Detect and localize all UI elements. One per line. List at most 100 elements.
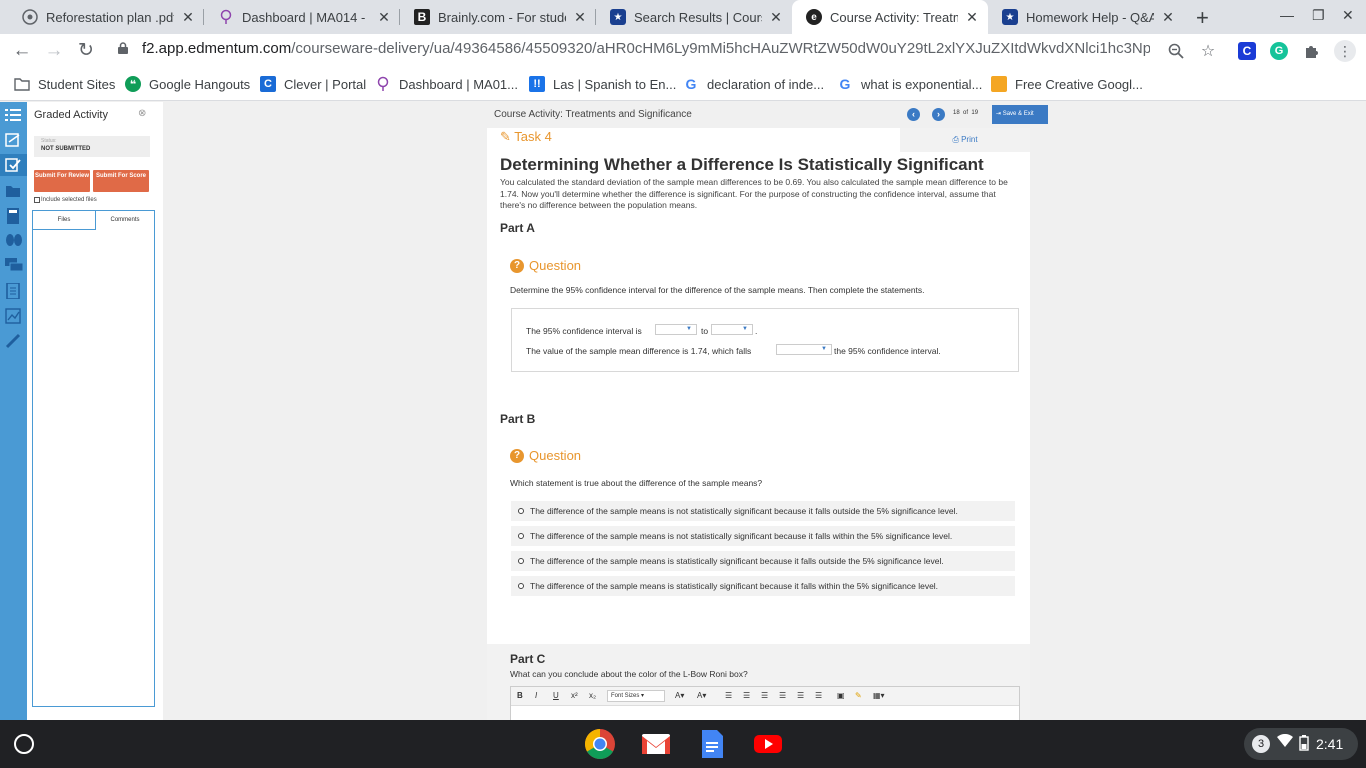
dropdown-arrow-icon: ▼ — [686, 326, 692, 332]
folder-icon[interactable] — [5, 184, 21, 198]
pen-icon[interactable] — [5, 333, 21, 349]
image-icon[interactable]: ▣ — [837, 691, 845, 700]
clever-extension-icon[interactable]: C — [1238, 42, 1256, 60]
chrome-icon[interactable] — [584, 728, 616, 760]
highlight-icon[interactable]: A▾ — [697, 691, 706, 700]
bookmark-student-sites[interactable]: Student Sites — [14, 76, 115, 92]
submit-for-score-button[interactable]: Submit For Score — [93, 170, 149, 192]
bookmark-spanish[interactable]: !! Las | Spanish to En... — [529, 76, 676, 92]
superscript-icon[interactable]: x² — [571, 691, 578, 700]
tab-files[interactable]: Files — [33, 211, 95, 230]
tab-dashboard[interactable]: Dashboard | MA014 - Hc ✕ — [204, 0, 400, 34]
address-bar[interactable]: f2.app.edmentum.com/courseware-delivery/… — [142, 40, 1150, 57]
tab-homework-help[interactable]: ★ Homework Help - Q&A fr ✕ — [988, 0, 1184, 34]
youtube-icon[interactable] — [752, 728, 784, 760]
align-left-icon[interactable]: ☰ — [779, 691, 786, 700]
answer-option-2[interactable]: The difference of the sample means is no… — [511, 526, 1015, 546]
tab-brainly[interactable]: B Brainly.com - For studen ✕ — [400, 0, 596, 34]
grammarly-icon[interactable]: G — [1270, 42, 1288, 60]
close-icon[interactable]: ✕ — [768, 9, 784, 26]
underline-icon[interactable]: U — [553, 691, 559, 700]
font-color-icon[interactable]: A▾ — [675, 691, 684, 700]
launcher-icon[interactable] — [14, 734, 34, 754]
close-icon[interactable]: ✕ — [376, 9, 392, 26]
intro-paragraph: You calculated the standard deviation of… — [500, 177, 1008, 210]
reload-icon[interactable]: ↻ — [74, 39, 98, 63]
radio-button[interactable] — [518, 533, 524, 539]
outline-list-icon[interactable] — [5, 108, 21, 122]
close-icon[interactable]: ✕ — [1160, 9, 1176, 26]
next-page-icon[interactable]: › — [932, 108, 945, 121]
files-comments-box: Files Comments — [32, 210, 155, 707]
answer-option-3[interactable]: The difference of the sample means is st… — [511, 551, 1015, 571]
bullet-list-icon[interactable]: ☰ — [725, 691, 732, 700]
bookmark-declaration[interactable]: Gdeclaration of inde... — [683, 76, 825, 92]
close-window-icon[interactable]: ✕ — [1342, 7, 1354, 24]
subscript-icon[interactable]: x₂ — [589, 691, 596, 700]
extensions-puzzle-icon[interactable] — [1302, 41, 1322, 61]
answer-option-4[interactable]: The difference of the sample means is st… — [511, 576, 1015, 596]
lock-icon[interactable] — [118, 42, 128, 54]
special-char-icon[interactable]: ✎ — [855, 691, 862, 700]
menu-kebab-icon[interactable]: ⋮ — [1334, 40, 1356, 62]
bold-icon[interactable]: B — [517, 691, 523, 700]
graded-activity-icon[interactable] — [0, 154, 27, 176]
tab-course-activity[interactable]: e Course Activity: Treatme ✕ — [792, 0, 988, 34]
forward-arrow-icon[interactable]: → — [42, 39, 66, 63]
audio-icon[interactable] — [5, 233, 22, 247]
notes-icon[interactable] — [5, 133, 21, 147]
bookmark-exponential[interactable]: Gwhat is exponential... — [837, 76, 983, 92]
chart-icon[interactable] — [5, 308, 21, 324]
google-docs-icon[interactable] — [696, 728, 728, 760]
edmentum-e-icon: e — [806, 9, 822, 25]
minimize-icon[interactable]: — — [1280, 7, 1294, 23]
ci-lower-dropdown[interactable]: ▼ — [655, 324, 697, 335]
radio-button[interactable] — [518, 508, 524, 514]
bookmark-dashboard[interactable]: Dashboard | MA01... — [375, 76, 518, 92]
gmail-icon[interactable] — [640, 728, 672, 760]
part-b-question-header: ? Question — [510, 448, 581, 463]
slides-icon — [991, 76, 1007, 92]
notification-count[interactable]: 3 — [1252, 735, 1270, 753]
tab-comments[interactable]: Comments — [95, 211, 154, 230]
tab-search-results[interactable]: ★ Search Results | Course ✕ — [596, 0, 792, 34]
falls-within-dropdown[interactable]: ▼ — [776, 344, 832, 355]
document-icon[interactable] — [5, 282, 21, 300]
bookmark-label: Student Sites — [38, 76, 116, 92]
rich-text-editor[interactable]: B I U x² x₂ Font Sizes ▾ A▾ A▾ ☰ ☰ ☰ ☰ ☰… — [510, 686, 1020, 720]
save-exit-button[interactable]: ⇥ Save & Exit — [992, 105, 1048, 124]
include-files-checkbox[interactable] — [34, 197, 40, 203]
answer-option-1[interactable]: The difference of the sample means is no… — [511, 501, 1015, 521]
close-icon[interactable]: ⊗ — [138, 108, 146, 119]
radio-button[interactable] — [518, 583, 524, 589]
bookmark-google-hangouts[interactable]: ❝ Google Hangouts — [125, 76, 250, 92]
table-icon[interactable]: ▦▾ — [873, 691, 885, 700]
radio-button[interactable] — [518, 558, 524, 564]
align-center-icon[interactable]: ☰ — [797, 691, 804, 700]
close-icon[interactable]: ✕ — [964, 9, 980, 26]
close-icon[interactable]: ✕ — [572, 9, 588, 26]
ci-upper-dropdown[interactable]: ▼ — [711, 324, 753, 335]
previous-page-icon[interactable]: ‹ — [907, 108, 920, 121]
status-tray[interactable]: 3 2:41 — [1244, 728, 1358, 760]
submit-for-review-button[interactable]: Submit For Review — [34, 170, 90, 192]
new-tab-button[interactable]: + — [1196, 5, 1209, 31]
align-right-icon[interactable]: ☰ — [815, 691, 822, 700]
include-files-option[interactable]: Include selected files — [34, 197, 97, 203]
activity-header: Course Activity: Treatments and Signific… — [487, 102, 1030, 128]
back-arrow-icon[interactable]: ← — [10, 39, 34, 63]
bookmark-clever[interactable]: C Clever | Portal — [260, 76, 366, 92]
discussion-icon[interactable] — [5, 258, 24, 272]
italic-icon[interactable]: I — [535, 691, 537, 700]
bookmark-free-creative[interactable]: Free Creative Googl... — [991, 76, 1143, 92]
restore-icon[interactable]: ❐ — [1312, 7, 1325, 24]
indent-icon[interactable]: ☰ — [761, 691, 768, 700]
print-button[interactable]: ⎙ Print — [900, 128, 1030, 152]
font-sizes-select[interactable]: Font Sizes ▾ — [607, 690, 665, 702]
numbered-list-icon[interactable]: ☰ — [743, 691, 750, 700]
zoom-icon[interactable] — [1166, 41, 1186, 61]
close-icon[interactable]: ✕ — [180, 9, 196, 26]
tab-reforestation[interactable]: Reforestation plan .pdf ✕ — [8, 0, 204, 34]
bookmark-star-icon[interactable]: ☆ — [1198, 41, 1218, 61]
calculator-icon[interactable] — [5, 208, 21, 224]
